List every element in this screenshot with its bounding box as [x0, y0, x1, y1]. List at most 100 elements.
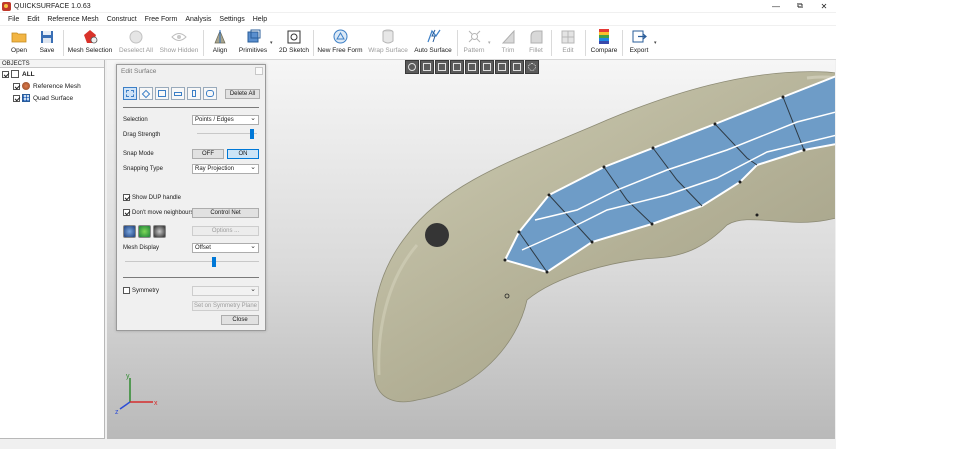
show-dup-handle-checkbox[interactable]	[123, 194, 130, 201]
fillet-icon	[528, 29, 544, 44]
maximize-button[interactable]: ⧉	[788, 0, 812, 12]
view-front-icon[interactable]	[420, 60, 434, 74]
new-free-form-button[interactable]: New Free Form	[317, 28, 363, 58]
mesh-hole	[425, 223, 449, 247]
tree-item-all[interactable]: ALL	[0, 68, 104, 80]
dialog-title: Edit Surface	[117, 65, 265, 78]
pattern-dropdown-icon[interactable]: ▾	[488, 40, 491, 46]
menu-settings[interactable]: Settings	[215, 16, 248, 23]
mesh-display-select[interactable]: Offset	[192, 242, 259, 253]
axis-y-label: y	[126, 373, 130, 380]
select-faces-icon[interactable]	[139, 87, 153, 100]
primitives-dropdown-icon[interactable]: ▾	[270, 40, 273, 46]
snapping-type-select[interactable]: Ray Projection	[192, 163, 259, 174]
quicksurface-window: QUICKSURFACE 1.0.63 — ⧉ ✕ File Edit Refe…	[0, 0, 836, 449]
export-dropdown-icon[interactable]: ▾	[654, 40, 657, 46]
mesh-display-slider[interactable]	[125, 257, 259, 267]
export-button[interactable]: Export	[627, 28, 651, 58]
edit-button[interactable]: Edit	[557, 28, 579, 58]
view-settings-icon[interactable]	[525, 60, 539, 74]
primitives-button[interactable]: Primitives	[238, 28, 268, 58]
align-button[interactable]: Align	[208, 28, 232, 58]
symmetry-checkbox[interactable]	[123, 287, 130, 294]
control-net-button[interactable]: Control Net	[192, 208, 259, 218]
symmetry-plane-select[interactable]	[192, 285, 259, 296]
slider-thumb[interactable]	[250, 129, 254, 139]
select-quad-icon[interactable]	[155, 87, 169, 100]
title-bar: QUICKSURFACE 1.0.63 — ⧉ ✕	[0, 0, 836, 12]
shading-dark-icon[interactable]	[153, 225, 166, 238]
set-on-symmetry-plane-button[interactable]: Set on Symmetry Plane	[192, 301, 259, 311]
menu-edit[interactable]: Edit	[23, 16, 43, 23]
view-back-icon[interactable]	[435, 60, 449, 74]
insert-row-icon[interactable]	[171, 87, 185, 100]
menu-reference-mesh[interactable]: Reference Mesh	[43, 16, 102, 23]
view-left-icon[interactable]	[450, 60, 464, 74]
free-form-icon	[332, 29, 348, 44]
pattern-button[interactable]: Pattern	[461, 28, 487, 58]
deselect-all-button[interactable]: Deselect All	[118, 28, 154, 58]
pattern-icon	[466, 29, 482, 44]
mesh-selection-button[interactable]: Mesh Selection	[68, 28, 112, 58]
divider	[123, 107, 259, 108]
selection-select[interactable]: Points / Edges	[192, 114, 259, 125]
snap-off-button[interactable]: OFF	[192, 149, 224, 159]
mesh-icon	[22, 82, 30, 90]
options-button[interactable]: Options ...	[192, 226, 259, 236]
save-button[interactable]: Save	[36, 28, 58, 58]
2d-sketch-button[interactable]: 2D Sketch	[279, 28, 309, 58]
align-icon	[212, 29, 228, 44]
visibility-checkbox[interactable]	[13, 82, 20, 90]
edit-mode-buttons	[123, 87, 217, 100]
visibility-checkbox[interactable]	[2, 70, 9, 78]
sketch-icon	[286, 29, 302, 44]
dont-move-neighbours-label: Don't move neighbours	[132, 210, 194, 216]
insert-column-icon[interactable]	[187, 87, 201, 100]
folder-icon	[11, 29, 27, 44]
app-logo-icon	[2, 1, 11, 11]
compare-button[interactable]: Compare	[590, 28, 618, 58]
tree-item-label: Reference Mesh	[33, 82, 81, 90]
wrap-surface-button[interactable]: Wrap Surface	[367, 28, 409, 58]
dont-move-neighbours-checkbox[interactable]	[123, 209, 130, 216]
dialog-close-icon[interactable]	[255, 67, 263, 75]
mesh-selection-icon	[82, 29, 98, 44]
edit-icon	[560, 29, 576, 44]
close-window-button[interactable]: ✕	[812, 0, 836, 12]
menu-free-form[interactable]: Free Form	[141, 16, 182, 23]
slider-thumb[interactable]	[212, 257, 216, 267]
view-toolbar	[405, 60, 539, 75]
toolbar-separator	[457, 30, 458, 56]
auto-surface-button[interactable]: Auto Surface	[413, 28, 453, 58]
primitives-icon	[245, 29, 261, 44]
trim-button[interactable]: Trim	[497, 28, 519, 58]
loop-select-icon[interactable]	[203, 87, 217, 100]
shading-green-icon[interactable]	[138, 225, 151, 238]
view-iso-icon[interactable]	[510, 60, 524, 74]
menu-help[interactable]: Help	[249, 16, 271, 23]
delete-all-button[interactable]: Delete All	[225, 89, 260, 99]
minimize-button[interactable]: —	[764, 0, 788, 12]
tree-item-reference-mesh[interactable]: Reference Mesh	[0, 80, 104, 92]
drag-strength-slider[interactable]	[197, 129, 257, 139]
show-hidden-button[interactable]: Show Hidden	[160, 28, 198, 58]
zoom-fit-icon[interactable]	[405, 60, 419, 74]
visibility-checkbox[interactable]	[13, 94, 20, 102]
view-bottom-icon[interactable]	[495, 60, 509, 74]
snap-on-button[interactable]: ON	[227, 149, 259, 159]
menu-analysis[interactable]: Analysis	[181, 16, 215, 23]
mesh-display-label: Mesh Display	[123, 245, 160, 251]
view-right-icon[interactable]	[465, 60, 479, 74]
close-dialog-button[interactable]: Close	[221, 315, 259, 325]
shading-blue-icon[interactable]	[123, 225, 136, 238]
objects-header: OBJECTS	[0, 60, 104, 68]
select-points-icon[interactable]	[123, 87, 137, 100]
fillet-button[interactable]: Fillet	[525, 28, 547, 58]
view-top-icon[interactable]	[480, 60, 494, 74]
group-icon	[11, 70, 19, 78]
menu-file[interactable]: File	[4, 16, 23, 23]
menu-construct[interactable]: Construct	[103, 16, 141, 23]
tree-item-quad-surface[interactable]: Quad Surface	[0, 92, 104, 104]
toolbar-separator	[63, 30, 64, 56]
open-button[interactable]: Open	[8, 28, 30, 58]
